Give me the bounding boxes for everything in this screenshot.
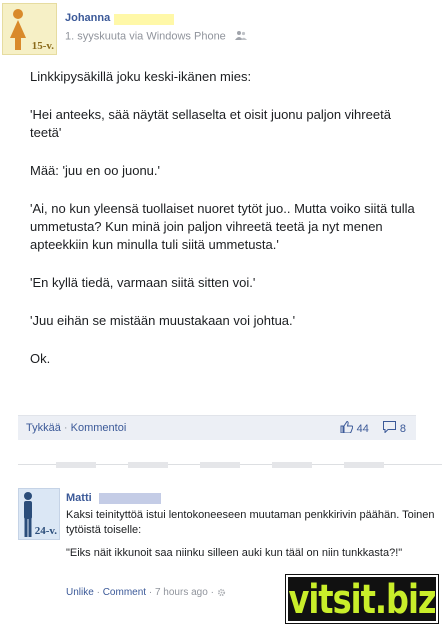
commenter-avatar[interactable]: 24-v.	[18, 488, 60, 540]
post-separator	[18, 462, 442, 470]
redaction-bar	[99, 493, 161, 504]
post-actions-bar: Tykkää · Kommentoi 44 8	[18, 415, 416, 440]
thumbs-up-icon[interactable]	[340, 420, 353, 436]
commenter-name[interactable]: Matti	[66, 492, 92, 504]
post-meta: 1. syyskuuta via Windows Phone	[65, 30, 247, 43]
author-name[interactable]: Johanna	[65, 12, 110, 24]
comment-bubble-icon[interactable]	[382, 421, 396, 436]
post-paragraph: 'Ai, no kun yleensä tuollaiset nuoret ty…	[30, 201, 415, 252]
divider-segment	[56, 462, 96, 468]
comment-body: Kaksi teinityttöä istui lentokoneeseen m…	[66, 508, 436, 569]
comment-paragraph: Kaksi teinityttöä istui lentokoneeseen m…	[66, 509, 435, 536]
separator: ·	[210, 587, 214, 598]
post-paragraph: Mää: 'juu en oo juonu.'	[30, 163, 160, 178]
separator: ·	[63, 422, 68, 434]
like-link[interactable]: Tykkää	[26, 422, 61, 434]
watermark-text: vitsit.biz	[288, 575, 436, 623]
age-badge: 15-v.	[31, 40, 54, 52]
divider-segment	[200, 462, 240, 468]
audience-friends-icon[interactable]	[234, 30, 247, 43]
post-body: Linkkipysäkillä joku keski-ikänen mies: …	[30, 68, 420, 388]
post-paragraph: Ok.	[30, 351, 51, 366]
redaction-bar	[114, 14, 174, 25]
divider-segment	[344, 462, 384, 468]
divider-segment	[128, 462, 168, 468]
separator: ·	[96, 587, 100, 598]
post-paragraph: 'Hei anteeks, sää näytät sellaselta et o…	[30, 107, 391, 140]
comment-reply-link[interactable]: Comment	[103, 587, 146, 598]
comments-count[interactable]: 8	[400, 423, 406, 435]
comment-paragraph: "Eiks näit ikkunoit saa niinku silleen a…	[66, 547, 403, 559]
separator: ·	[148, 587, 153, 598]
comment-timestamp[interactable]: 7 hours ago	[155, 587, 208, 598]
post-paragraph: 'En kyllä tiedä, varmaan siitä sitten vo…	[30, 275, 256, 290]
divider-segment	[272, 462, 312, 468]
comment-meta: Unlike · Comment · 7 hours ago ·	[66, 587, 226, 598]
gear-icon[interactable]	[217, 587, 226, 598]
female-figure-icon	[10, 9, 26, 50]
post-counts: 44 8	[340, 420, 406, 436]
unlike-link[interactable]: Unlike	[66, 587, 94, 598]
comment-link[interactable]: Kommentoi	[71, 422, 127, 434]
post-timestamp[interactable]: 1. syyskuuta via Windows Phone	[65, 30, 226, 42]
post-action-links: Tykkää · Kommentoi	[26, 422, 126, 434]
likes-count[interactable]: 44	[357, 423, 369, 435]
post-paragraph: Linkkipysäkillä joku keski-ikänen mies:	[30, 69, 252, 84]
male-figure-icon	[24, 492, 32, 537]
watermark-logo: vitsit.biz	[286, 575, 438, 623]
post-paragraph: 'Juu eihän se mistään muustakaan voi joh…	[30, 313, 296, 328]
author-avatar[interactable]: 15-v.	[2, 3, 57, 55]
age-badge: 24-v.	[34, 525, 57, 537]
